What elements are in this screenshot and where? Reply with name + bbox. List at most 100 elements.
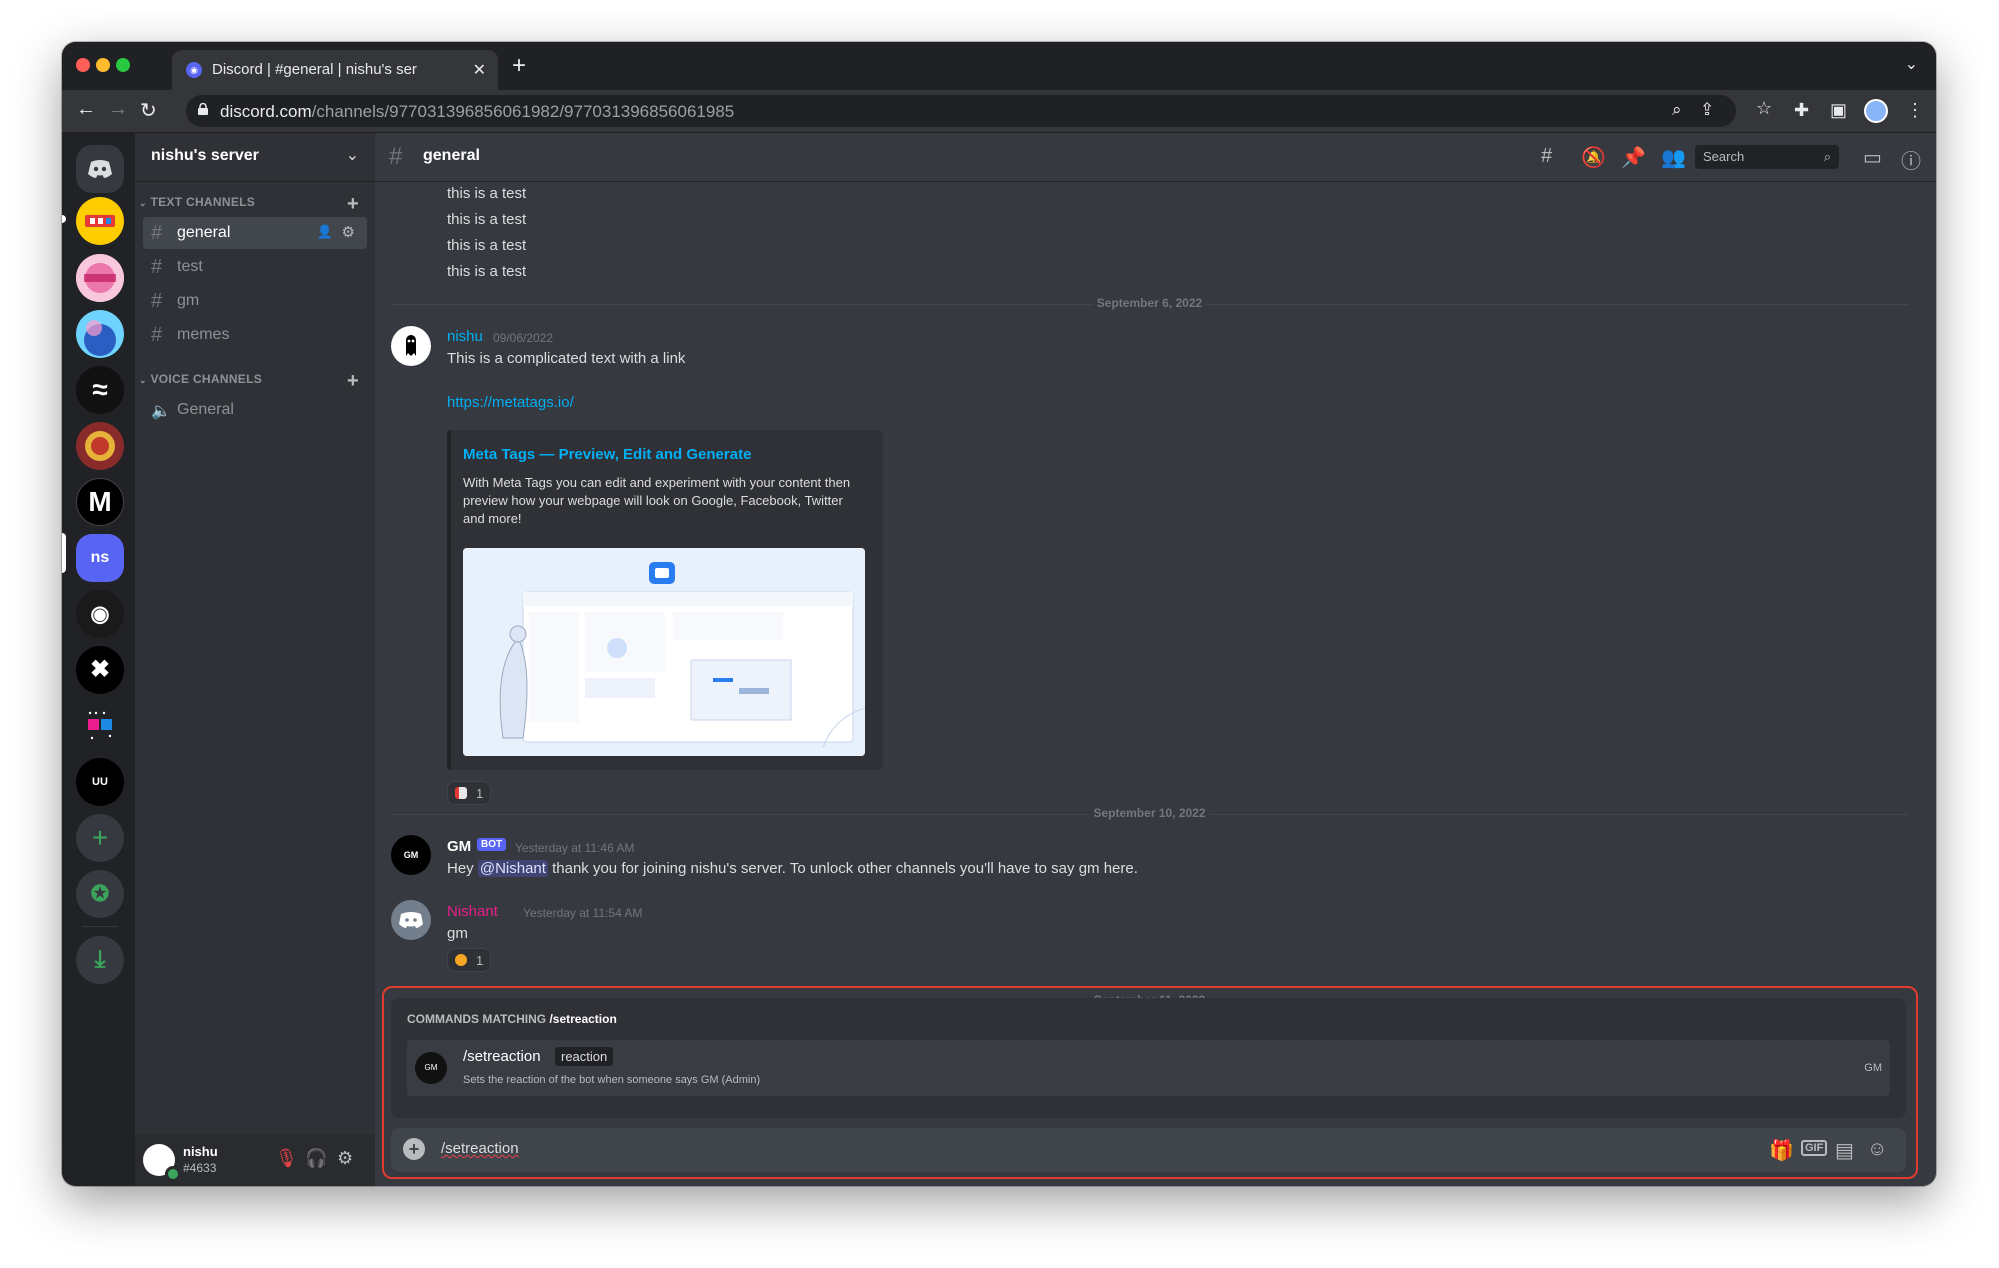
command-source: GM bbox=[1864, 1062, 1882, 1074]
tab-search-chevron-icon[interactable]: ⌄ bbox=[1905, 54, 1918, 74]
gear-icon[interactable]: ⚙ bbox=[342, 223, 355, 241]
message-text: Hey @Nishant thank you for joining nishu… bbox=[447, 860, 1138, 877]
channel-test[interactable]: # test bbox=[143, 251, 367, 283]
server-eye-server[interactable]: ◉ bbox=[76, 590, 124, 638]
channel-memes[interactable]: # memes bbox=[143, 319, 367, 351]
message-author[interactable]: GM bbox=[447, 838, 471, 855]
zoom-window-button[interactable] bbox=[116, 58, 130, 72]
search-placeholder: Search bbox=[1703, 149, 1745, 164]
search-input[interactable]: Search ⌕ bbox=[1695, 145, 1839, 169]
new-tab-button[interactable]: + bbox=[512, 52, 526, 80]
server-wave-server[interactable]: ≈ bbox=[76, 366, 124, 414]
server-community-server[interactable] bbox=[76, 254, 124, 302]
create-channel-plus-icon[interactable]: + bbox=[347, 371, 359, 391]
category-voice-channels[interactable]: ⌄ VOICE CHANNELS + bbox=[139, 371, 371, 391]
reload-icon[interactable]: ↻ bbox=[140, 98, 157, 123]
server-list-divider bbox=[82, 926, 118, 927]
address-bar[interactable]: discord.com/channels/977031396856061982/… bbox=[186, 95, 1736, 127]
explore-servers-compass-icon[interactable]: ✪ bbox=[76, 870, 124, 918]
message-link[interactable]: https://metatags.io/ bbox=[447, 394, 574, 411]
channel-general[interactable]: # general 👤 ⚙ bbox=[143, 217, 367, 249]
browser-toolbar: ← → ↻ discord.com/channels/9770313968560… bbox=[62, 90, 1936, 133]
profile-avatar[interactable] bbox=[1864, 99, 1888, 123]
emoji-icon[interactable]: ☺ bbox=[1867, 1138, 1887, 1161]
invite-icon[interactable]: 👤 bbox=[317, 224, 333, 240]
gift-icon[interactable]: 🎁 bbox=[1769, 1138, 1794, 1163]
server-blue-server[interactable] bbox=[76, 310, 124, 358]
reaction-flag[interactable]: 1 bbox=[447, 781, 491, 805]
avatar[interactable] bbox=[391, 326, 431, 366]
message-composer[interactable]: + /setreaction 🎁 GIF ▤ ☺ bbox=[391, 1128, 1906, 1172]
user-mention[interactable]: @Nishant bbox=[477, 860, 548, 877]
download-apps-icon[interactable]: ⤓ bbox=[76, 936, 124, 984]
message-timestamp: Yesterday at 11:54 AM bbox=[523, 906, 643, 920]
minimize-window-button[interactable] bbox=[96, 58, 110, 72]
message-text: This is a complicated text with a link bbox=[447, 350, 686, 367]
close-window-button[interactable] bbox=[76, 58, 90, 72]
guild-header[interactable]: nishu's server ⌄ bbox=[135, 133, 375, 182]
muted-microphone-icon[interactable]: 🎙 bbox=[275, 1148, 298, 1169]
voice-channel-general[interactable]: 🔈 General bbox=[143, 394, 367, 426]
date-label: September 10, 2022 bbox=[1089, 806, 1210, 820]
reaction-count: 1 bbox=[476, 953, 484, 968]
sun-icon bbox=[455, 954, 467, 966]
command-parameter: reaction bbox=[555, 1047, 614, 1066]
extensions-puzzle-icon[interactable]: ✚ bbox=[1794, 100, 1809, 121]
add-server-button[interactable]: + bbox=[76, 814, 124, 862]
browser-window: ◉ Discord | #general | nishu's ser ✕ + ⌄… bbox=[62, 42, 1936, 1186]
message-author[interactable]: Nishant bbox=[447, 903, 498, 920]
threads-icon[interactable]: # bbox=[1541, 145, 1552, 168]
channel-label: general bbox=[177, 224, 231, 241]
bookmark-star-icon[interactable]: ☆ bbox=[1756, 98, 1772, 119]
headphones-icon[interactable]: 🎧 bbox=[305, 1148, 327, 1169]
reaction-sun[interactable]: 1 bbox=[447, 948, 491, 972]
upload-plus-icon[interactable]: + bbox=[403, 1138, 425, 1160]
avatar[interactable]: GM bbox=[391, 835, 431, 875]
avatar[interactable] bbox=[143, 1144, 181, 1182]
discord-favicon-icon: ◉ bbox=[186, 62, 202, 78]
message-author[interactable]: nishu bbox=[447, 328, 483, 345]
command-name: /setreaction bbox=[463, 1048, 541, 1065]
server-rainbow-server[interactable] bbox=[76, 197, 124, 245]
forward-arrow-icon[interactable]: → bbox=[108, 98, 128, 121]
user-settings-gear-icon[interactable]: ⚙ bbox=[337, 1148, 353, 1169]
hash-icon: # bbox=[389, 143, 403, 170]
browser-tab[interactable]: ◉ Discord | #general | nishu's ser ✕ bbox=[172, 50, 498, 90]
server-sushi-server[interactable] bbox=[76, 422, 124, 470]
lock-icon bbox=[198, 103, 208, 115]
message-line: this is a test bbox=[447, 263, 527, 280]
sticker-icon[interactable]: ▤ bbox=[1835, 1138, 1854, 1163]
create-channel-plus-icon[interactable]: + bbox=[347, 194, 359, 214]
embed-title[interactable]: Meta Tags — Preview, Edit and Generate bbox=[463, 446, 751, 463]
server-uu-server[interactable]: UU bbox=[76, 758, 124, 806]
embed-description: With Meta Tags you can edit and experime… bbox=[463, 475, 851, 526]
server-ns-server[interactable]: ns bbox=[76, 534, 124, 582]
server-pixel-server[interactable] bbox=[76, 702, 124, 750]
guild-name: nishu's server bbox=[151, 147, 259, 164]
message-input[interactable]: /setreaction bbox=[441, 1140, 519, 1157]
chevron-down-icon: ⌄ bbox=[139, 375, 147, 385]
server-list: ≈ M ns ◉ ✖ UU + ✪ ⤓ bbox=[62, 133, 135, 1186]
back-arrow-icon[interactable]: ← bbox=[76, 98, 96, 121]
tab-close-icon[interactable]: ✕ bbox=[473, 60, 486, 80]
avatar[interactable] bbox=[391, 900, 431, 940]
message-line: this is a test bbox=[447, 237, 527, 254]
help-icon[interactable]: ⓘ bbox=[1901, 145, 1921, 174]
chrome-menu-icon[interactable]: ⋮ bbox=[1906, 100, 1924, 121]
zoom-icon[interactable]: ⌕ bbox=[1672, 100, 1682, 120]
command-option-setreaction[interactable]: GM /setreaction reaction Sets the reacti… bbox=[407, 1040, 1890, 1096]
side-panel-icon[interactable]: ▣ bbox=[1830, 100, 1847, 121]
embed-image[interactable] bbox=[463, 548, 865, 756]
server-x-server[interactable]: ✖ bbox=[76, 646, 124, 694]
member-list-icon[interactable]: 👥 bbox=[1661, 145, 1686, 170]
tab-title: Discord | #general | nishu's ser bbox=[212, 61, 417, 78]
server-m-server[interactable]: M bbox=[76, 478, 124, 526]
channel-gm[interactable]: # gm bbox=[143, 285, 367, 317]
category-text-channels[interactable]: ⌄ TEXT CHANNELS + bbox=[139, 194, 371, 214]
discord-home-button[interactable] bbox=[76, 145, 124, 193]
gif-icon[interactable]: GIF bbox=[1801, 1140, 1828, 1156]
notification-bell-muted-icon[interactable]: 🔕 bbox=[1581, 145, 1606, 170]
share-icon[interactable]: ⇪ bbox=[1700, 100, 1714, 120]
pin-icon[interactable]: 📌 bbox=[1621, 145, 1646, 170]
inbox-icon[interactable]: ▭ bbox=[1863, 145, 1882, 170]
